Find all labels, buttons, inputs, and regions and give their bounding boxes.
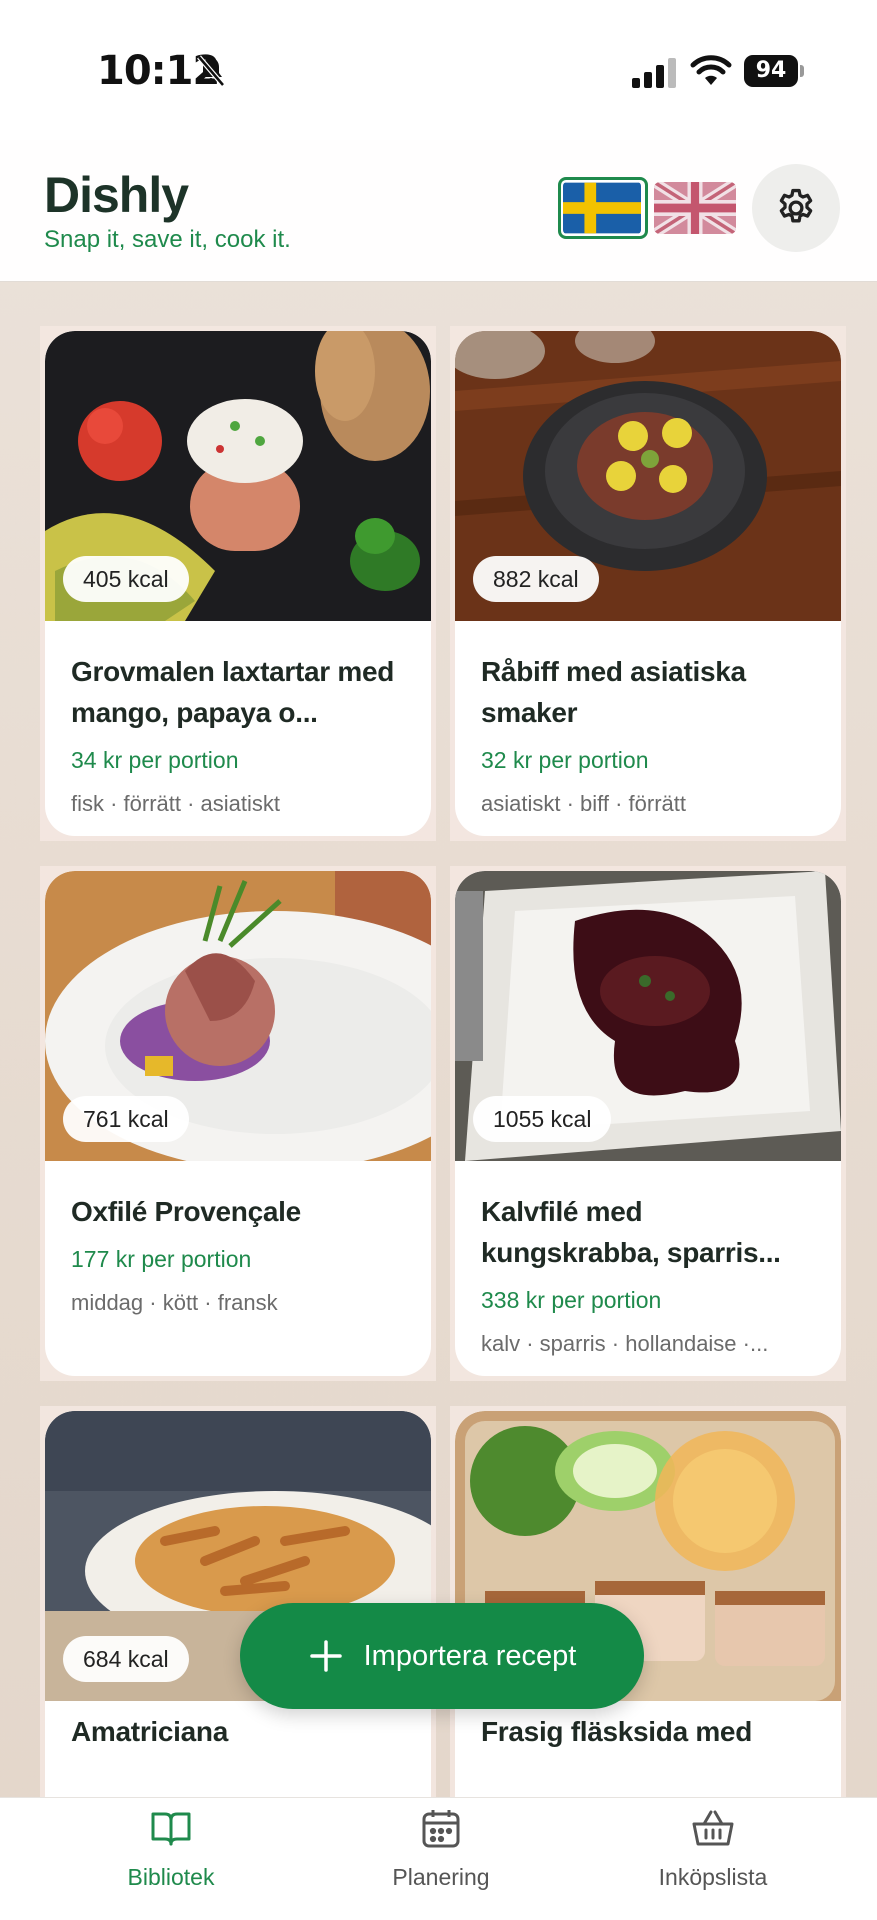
- nav-item-planering[interactable]: Planering: [316, 1798, 566, 1920]
- bottom-nav: Bibliotek Planering Inköpslista: [0, 1797, 877, 1920]
- plus-icon: [309, 1640, 342, 1672]
- recipe-price: 32 kr per portion: [481, 747, 649, 773]
- calendar-icon: [422, 1810, 460, 1848]
- import-recipe-label: Importera recept: [363, 1639, 577, 1672]
- kcal-badge: 1055 kcal: [473, 1096, 612, 1142]
- nav-label-planering: Planering: [392, 1864, 490, 1890]
- recipe-card-tile: 405 kcal Grovmalen laxtartar med mango, …: [40, 326, 436, 841]
- app-header: Dishly Snap it, save it, cook it.: [0, 140, 877, 282]
- kcal-badge: 882 kcal: [473, 556, 599, 602]
- recipe-title: Amatriciana: [71, 1716, 228, 1747]
- recipe-tags: kalv · sparris · hollandaise ·...: [481, 1331, 769, 1356]
- status-bar: 10:12 94: [0, 0, 877, 140]
- recipe-title: Oxfilé Provençale: [71, 1196, 301, 1227]
- wifi-icon: [690, 55, 732, 85]
- uk-flag-button[interactable]: [654, 182, 736, 234]
- uk-flag-icon: [654, 182, 736, 234]
- recipe-tags: asiatiskt · biff · förrätt: [481, 791, 686, 816]
- settings-button[interactable]: [752, 164, 840, 252]
- recipe-card-tile: 684 kcal Amatriciana: [40, 1406, 436, 1797]
- app-tagline: Snap it, save it, cook it.: [44, 226, 291, 253]
- kcal-badge: 405 kcal: [63, 556, 189, 602]
- recipe-tags: middag · kött · fransk: [71, 1290, 278, 1315]
- recipe-tags: fisk · förrätt · asiatiskt: [71, 791, 281, 816]
- battery-level: 94: [744, 55, 798, 87]
- battery-indicator: 94: [744, 55, 804, 87]
- nav-label-inkopslista: Inköpslista: [658, 1864, 768, 1890]
- recipe-card-tile: 882 kcal Råbiff med asiatiska smaker 32 …: [450, 326, 846, 841]
- nav-item-inkopslista[interactable]: Inköpslista: [588, 1798, 838, 1920]
- recipe-card[interactable]: 1055 kcal Kalvfilé med kungskrabba, spar…: [455, 871, 841, 1376]
- recipe-card[interactable]: 882 kcal Råbiff med asiatiska smaker 32 …: [455, 331, 841, 836]
- bell-muted-icon: [197, 55, 225, 87]
- app-title: Dishly: [44, 167, 189, 223]
- recipe-title: Frasig fläsksida med: [481, 1716, 753, 1747]
- recipe-card-tile: Frasig fläsksida med: [450, 1406, 846, 1797]
- signal-icon: [632, 58, 676, 88]
- kcal-badge: 761 kcal: [63, 1096, 189, 1142]
- book-icon: [151, 1812, 191, 1846]
- recipe-title: Råbiff med asiatiska smaker: [481, 656, 746, 728]
- recipe-card-tile: 761 kcal Oxfilé Provençale 177 kr per po…: [40, 866, 436, 1381]
- gear-icon: [779, 188, 813, 223]
- swedish-flag-button[interactable]: [558, 177, 648, 239]
- recipe-card[interactable]: 761 kcal Oxfilé Provençale 177 kr per po…: [45, 871, 431, 1376]
- recipe-title: Grovmalen laxtartar med mango, papaya o.…: [71, 656, 395, 728]
- import-recipe-button[interactable]: Importera recept: [240, 1603, 644, 1709]
- kcal-badge: 684 kcal: [63, 1636, 189, 1682]
- recipe-price: 34 kr per portion: [71, 747, 239, 773]
- recipe-card-tile: 1055 kcal Kalvfilé med kungskrabba, spar…: [450, 866, 846, 1381]
- nav-label-bibliotek: Bibliotek: [127, 1864, 215, 1890]
- nav-item-bibliotek[interactable]: Bibliotek: [46, 1798, 296, 1920]
- basket-icon: [692, 1810, 734, 1846]
- recipe-price: 338 kr per portion: [481, 1287, 662, 1313]
- swedish-flag-icon: [563, 182, 641, 234]
- recipe-card[interactable]: 405 kcal Grovmalen laxtartar med mango, …: [45, 331, 431, 836]
- recipe-grid: 405 kcal Grovmalen laxtartar med mango, …: [0, 282, 877, 1797]
- recipe-price: 177 kr per portion: [71, 1246, 252, 1272]
- recipe-title: Kalvfilé med kungskrabba, sparris...: [481, 1196, 781, 1268]
